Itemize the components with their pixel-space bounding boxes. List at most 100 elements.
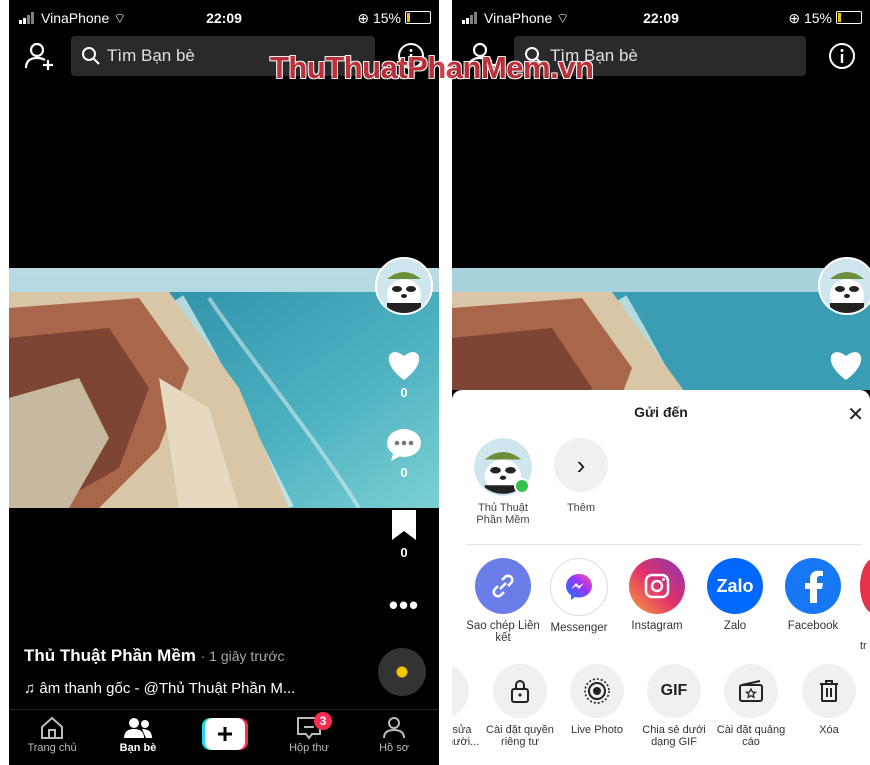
profile-icon [383, 717, 405, 739]
share-messenger[interactable]: Messenger [540, 558, 618, 634]
zalo-icon: Zalo [707, 558, 763, 614]
gif-text: GIF [660, 682, 688, 699]
battery-right: ⊕ 15% [788, 10, 862, 27]
close-icon[interactable]: ✕ [847, 402, 864, 427]
bookmark-icon [392, 510, 416, 540]
like-count: 0 [400, 385, 408, 400]
comment-icon [387, 429, 421, 461]
battery-icon [405, 11, 431, 24]
creator-avatar-right[interactable] [818, 257, 870, 315]
messenger-icon [550, 558, 608, 616]
trash-icon [802, 664, 856, 718]
nav-home-label: Trang chủ [27, 742, 77, 754]
like-action[interactable]: 0 [382, 348, 426, 400]
comment-count: 0 [400, 465, 408, 480]
save-count: 0 [400, 545, 408, 560]
action-ad-settings[interactable]: Cài đặt quảng cáo [713, 664, 789, 748]
share-zalo[interactable]: Zalo Zalo [696, 558, 774, 632]
app-label: Facebook [787, 620, 839, 632]
more-contacts[interactable]: › Thêm [546, 438, 616, 514]
more-options-icon[interactable]: ••• [382, 590, 426, 621]
lock-icon [493, 664, 547, 718]
edit-icon [452, 664, 469, 718]
link-icon [475, 558, 531, 614]
gif-icon: GIF [647, 664, 701, 718]
bottom-nav: Trang chủ Bạn bè Hộp thư 3 Hồ sơ [9, 709, 439, 765]
app-label: Instagram [631, 620, 683, 632]
video-frame-right [452, 268, 870, 390]
app-label: Zalo [723, 620, 747, 632]
status-bar: VinaPhone ⌔ 22:09 ⊕ 15% [9, 8, 439, 28]
post-time: · 1 giây trước [200, 648, 285, 664]
add-friend-icon[interactable] [23, 40, 57, 74]
battery-percent: 15% [803, 10, 832, 26]
action-share-gif[interactable]: GIF Chia sẻ dưới dạng GIF [636, 664, 712, 748]
battery-icon [836, 11, 862, 24]
share-copy-link[interactable]: Sao chép Liên kết [464, 558, 542, 644]
battery: ⊕ 15% [357, 10, 431, 27]
nav-friends-label: Bạn bè [119, 742, 157, 754]
action-label: Cài đặt quyền riêng tư [486, 724, 554, 748]
watermark: ThuThuatPhanMem.vn [270, 50, 594, 85]
beach-video-image [452, 268, 870, 390]
music-note-icon: ♫ [24, 680, 36, 697]
action-label: Xóa [819, 724, 839, 736]
action-live-photo[interactable]: Live Photo [559, 664, 635, 736]
share-sheet-title: Gửi đến [634, 404, 688, 420]
instagram-icon [629, 558, 685, 614]
more-label: Thêm [566, 502, 596, 514]
info-icon[interactable] [828, 42, 856, 70]
app-label: Messenger [550, 622, 608, 634]
nav-profile-label: Hồ sơ [379, 742, 409, 754]
search-placeholder: Tìm Bạn bè [107, 46, 195, 65]
inbox-badge: 3 [314, 712, 332, 730]
share-facebook[interactable]: Facebook [774, 558, 852, 632]
status-bar-right: VinaPhone ⌔ 22:09 ⊕ 15% [452, 8, 870, 28]
beach-video-image [9, 268, 439, 508]
sound-name: âm thanh gốc - @Thủ Thuật Phần M... [39, 680, 296, 697]
action-label: Cài đặt quảng cáo [716, 724, 786, 748]
panda-avatar-icon [820, 259, 870, 313]
create-post-button[interactable] [202, 718, 248, 750]
heart-icon [388, 352, 420, 380]
contact-avatar [474, 438, 532, 496]
post-author[interactable]: Thủ Thuật Phần Mềm [24, 646, 196, 665]
nav-friends[interactable]: Bạn bè [98, 716, 178, 754]
action-delete[interactable]: Xóa [791, 664, 867, 736]
contact-thu-thuat[interactable]: Thủ Thuật Phần Mềm [468, 438, 538, 526]
save-action[interactable]: 0 [382, 508, 426, 560]
nav-inbox-label: Hộp thư [289, 742, 329, 754]
live-photo-icon [570, 664, 624, 718]
post-meta: Thủ Thuật Phần Mềm · 1 giây trước [24, 646, 285, 666]
action-label: Chia sẻ dưới dạng GIF [642, 724, 706, 748]
sound-line[interactable]: ♫ âm thanh gốc - @Thủ Thuật Phần M... [24, 680, 295, 697]
nav-home[interactable]: Trang chủ [12, 716, 92, 754]
comment-action[interactable]: 0 [382, 428, 426, 480]
action-privacy[interactable]: Cài đặt quyền riêng tư [482, 664, 558, 748]
search-icon [82, 47, 100, 65]
partial-label: tr [860, 640, 867, 652]
left-phone-screen: VinaPhone ⌔ 22:09 ⊕ 15% Tìm Bạn bè 0 0 0… [9, 0, 439, 765]
action-label: Live Photo [571, 724, 623, 736]
friends-icon [124, 718, 152, 738]
app-label: Sao chép Liên kết [466, 620, 540, 644]
heart-icon[interactable] [827, 348, 865, 382]
video-frame[interactable] [9, 268, 439, 508]
facebook-icon [785, 558, 841, 614]
right-phone-screen: VinaPhone ⌔ 22:09 ⊕ 15% Tìm Bạn bè Gửi đ… [452, 0, 870, 765]
share-next-app-partial[interactable] [860, 558, 870, 614]
action-label: sửa nười... [452, 724, 480, 748]
divider [466, 544, 862, 545]
nav-inbox[interactable]: Hộp thư 3 [269, 712, 349, 754]
online-dot [514, 478, 530, 494]
music-disc-icon[interactable] [378, 648, 426, 696]
action-edit-partial[interactable]: sửa nười... [452, 664, 480, 748]
share-sheet: Gửi đến ✕ Thủ Thuật Phần Mềm › Thêm Sao … [452, 390, 870, 765]
ad-settings-icon [724, 664, 778, 718]
nav-profile[interactable]: Hồ sơ [354, 716, 434, 754]
chevron-right-icon: › [554, 438, 608, 492]
creator-avatar[interactable] [375, 257, 433, 315]
contact-name: Thủ Thuật Phần Mềm [476, 502, 530, 526]
share-instagram[interactable]: Instagram [618, 558, 696, 632]
panda-avatar-icon [377, 259, 431, 313]
